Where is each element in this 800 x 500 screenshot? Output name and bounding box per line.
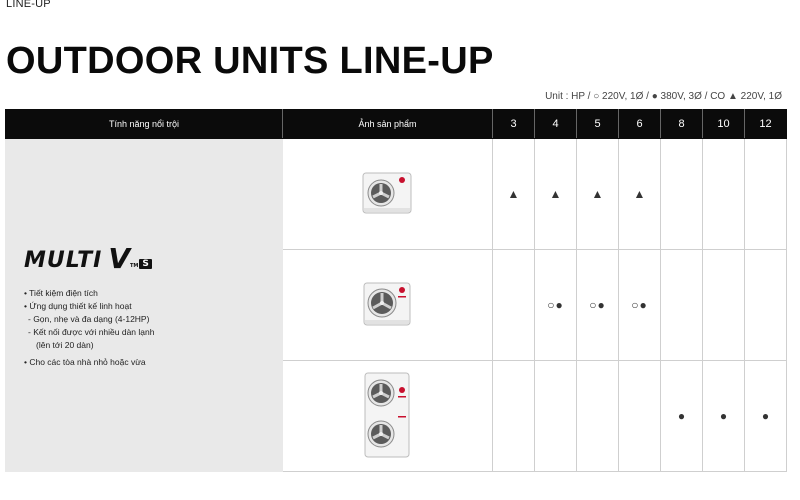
- header-image: Ảnh sản phẩm: [282, 109, 493, 139]
- header-hp-6: 6: [618, 109, 661, 139]
- row1-hp-10: [702, 138, 745, 250]
- header-hp-10: 10: [702, 109, 745, 139]
- row1-hp-3: ▲: [492, 138, 535, 250]
- header-hp-4: 4: [534, 109, 577, 139]
- header-hp-8: 8: [660, 109, 703, 139]
- row3-hp-12: ●: [744, 360, 787, 472]
- row2-hp-3: [492, 249, 535, 361]
- unit-legend: Unit : HP / ○ 220V, 1Ø / ● 380V, 3Ø / CO…: [545, 91, 782, 102]
- product-image-cell: [282, 360, 493, 472]
- row3-hp-10: ●: [702, 360, 745, 472]
- outdoor-unit-single-fan-icon: [363, 282, 410, 326]
- header-hp-12: 12: [744, 109, 787, 139]
- row1-hp-6: ▲: [618, 138, 661, 250]
- feature-subitem: - Gọn, nhẹ và đa dạng (4-12HP): [28, 314, 150, 324]
- table-row: MULTI V TM S • Tiết kiệm điện tích • Ứng…: [5, 138, 787, 472]
- multi-v-s-logo: MULTI V TM S: [24, 245, 282, 273]
- row2-hp-8: [660, 249, 703, 361]
- outdoor-unit-single-fan-icon: [362, 172, 411, 214]
- outdoor-unit-double-fan-icon: [364, 372, 409, 458]
- row1-hp-4: ▲: [534, 138, 577, 250]
- header-hp-5: 5: [576, 109, 619, 139]
- lineup-table: Tính năng nổi trội Ảnh sản phẩm 3 4 5 6 …: [5, 109, 787, 472]
- page-title: OUTDOOR UNITS LINE-UP: [6, 40, 494, 82]
- row3-hp-3: [492, 360, 535, 472]
- row1-hp-12: [744, 138, 787, 250]
- logo-v: V: [108, 242, 130, 275]
- feature-item: • Tiết kiệm điện tích: [24, 288, 98, 298]
- feature-subitem-cont: (lên tới 20 dàn): [36, 340, 94, 350]
- row3-hp-4: [534, 360, 577, 472]
- row2-hp-4: ○●: [534, 249, 577, 361]
- product-image-cell: [282, 138, 493, 250]
- row2-hp-10: [702, 249, 745, 361]
- feature-subitem: - Kết nối được với nhiều dàn lạnh: [28, 327, 155, 337]
- feature-cell: MULTI V TM S • Tiết kiệm điện tích • Ứng…: [5, 138, 283, 472]
- row3-hp-8: ●: [660, 360, 703, 472]
- logo-tm: TM: [130, 263, 139, 269]
- row1-hp-8: [660, 138, 703, 250]
- logo-s-badge: S: [139, 259, 152, 269]
- breadcrumb: LINE-UP: [6, 0, 51, 10]
- feature-item: • Ứng dụng thiết kế linh hoạt: [24, 301, 132, 311]
- feature-list: • Tiết kiệm điện tích • Ứng dụng thiết k…: [24, 287, 282, 369]
- row1-hp-5: ▲: [576, 138, 619, 250]
- header-hp-3: 3: [492, 109, 535, 139]
- row2-hp-12: [744, 249, 787, 361]
- header-features: Tính năng nổi trội: [5, 109, 283, 139]
- row2-hp-5: ○●: [576, 249, 619, 361]
- row2-hp-6: ○●: [618, 249, 661, 361]
- product-image-cell: [282, 249, 493, 361]
- table-header-row: Tính năng nổi trội Ảnh sản phẩm 3 4 5 6 …: [5, 109, 787, 139]
- logo-word: MULTI: [24, 248, 103, 273]
- feature-item: • Cho các tòa nhà nhỏ hoặc vừa: [24, 357, 146, 367]
- row3-hp-6: [618, 360, 661, 472]
- row3-hp-5: [576, 360, 619, 472]
